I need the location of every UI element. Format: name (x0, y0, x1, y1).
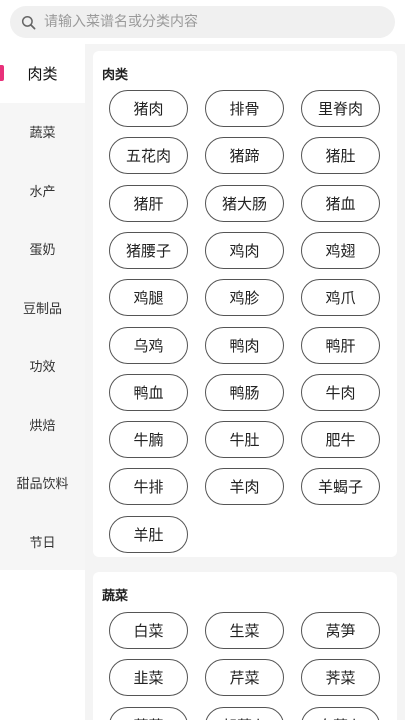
category-tag[interactable]: 白菜 (109, 612, 188, 649)
category-tag[interactable]: 荠菜 (301, 659, 380, 697)
category-tag[interactable]: 肥牛 (301, 421, 380, 459)
sidebar-item-9[interactable]: 节日 (0, 512, 85, 571)
category-tag[interactable]: 芹菜 (205, 659, 284, 697)
sidebar-item-label: 肉类 (27, 64, 58, 83)
sidebar-item-label: 豆制品 (22, 301, 62, 317)
category-tag[interactable]: 里脊肉 (301, 90, 380, 127)
category-tag[interactable]: 鸭血 (109, 373, 188, 411)
category-tag[interactable]: 鸡翅 (301, 231, 380, 269)
sidebar-item-7[interactable]: 烘焙 (0, 395, 85, 454)
category-tag[interactable]: 乌鸡 (109, 326, 188, 364)
category-tag[interactable]: 胡萝卜 (205, 706, 284, 720)
sidebar-item-5[interactable]: 豆制品 (0, 278, 85, 337)
search-input[interactable] (42, 13, 386, 31)
category-tag[interactable]: 鸡爪 (301, 279, 380, 317)
category-section-1: 肉类猪肉 排骨 里脊肉五花肉 猪蹄 猪肚猪肝 猪大肠 猪血猪腰子 鸡肉 鸡翅鸡腿 鸡胗 鸡爪乌鸡 鸭肉… (93, 51, 397, 557)
category-tag[interactable]: 猪血 (301, 184, 380, 222)
category-tag[interactable]: 菠菜 (109, 706, 188, 720)
sidebar-item-label: 水产 (29, 184, 56, 200)
sidebar-item-2[interactable]: 蔬菜 (0, 103, 85, 162)
category-content: 肉类猪肉 排骨 里脊肉五花肉 猪蹄 猪肚猪肝 猪大肠 猪血猪腰子 鸡肉 鸡翅鸡腿 鸡胗 鸡爪乌鸡 鸭肉… (85, 44, 405, 720)
sidebar-item-4[interactable]: 蛋奶 (0, 220, 85, 279)
category-tag[interactable]: 鸡肉 (205, 231, 284, 269)
sidebar-item-8[interactable]: 甜品饮料 (0, 454, 85, 513)
category-tag[interactable]: 牛肉 (301, 373, 380, 411)
category-sidebar: 肉类蔬菜水产蛋奶豆制品功效烘焙甜品饮料节日 (0, 44, 85, 570)
category-tag[interactable]: 鸭肝 (301, 326, 380, 364)
category-tag[interactable]: 排骨 (205, 90, 284, 127)
category-tag[interactable]: 牛腩 (109, 421, 188, 459)
category-tag[interactable]: 猪腰子 (109, 231, 188, 269)
category-tag[interactable]: 羊肚 (109, 515, 188, 553)
sidebar-item-6[interactable]: 功效 (0, 337, 85, 396)
sidebar-item-label: 蛋奶 (29, 243, 56, 259)
category-tag[interactable]: 五花肉 (109, 137, 188, 175)
category-tag[interactable]: 莴笋 (301, 612, 380, 649)
sidebar-item-label: 节日 (29, 535, 56, 551)
section-title: 肉类 (102, 68, 129, 83)
category-tag[interactable]: 羊肉 (205, 468, 284, 506)
category-tag[interactable]: 羊蝎子 (301, 468, 380, 506)
category-tag[interactable]: 猪肚 (301, 137, 380, 175)
category-tag[interactable]: 鸡腿 (109, 279, 188, 317)
section-title: 蔬菜 (102, 589, 129, 604)
sidebar-item-label: 功效 (29, 360, 56, 376)
sidebar-item-1[interactable]: 肉类 (0, 44, 85, 103)
category-tag[interactable]: 牛排 (109, 468, 188, 506)
category-tag[interactable]: 牛肚 (205, 421, 284, 459)
sidebar-item-3[interactable]: 水产 (0, 161, 85, 220)
category-tag[interactable]: 鸭肠 (205, 373, 284, 411)
category-tag[interactable]: 猪肝 (109, 184, 188, 222)
sidebar-item-label: 烘焙 (29, 418, 56, 434)
sidebar-item-label: 蔬菜 (29, 126, 56, 142)
category-tag[interactable]: 韭菜 (109, 659, 188, 697)
search-bar (0, 0, 405, 44)
category-tag[interactable]: 猪大肠 (205, 184, 284, 222)
category-tag[interactable]: 猪肉 (109, 90, 188, 127)
category-tag[interactable]: 猪蹄 (205, 137, 284, 175)
sidebar-blank-area (0, 570, 85, 720)
category-section-2: 蔬菜白菜生菜莴笋韭菜芹菜荠菜菠菜 胡萝卜 白萝卜 (93, 572, 397, 720)
category-tag[interactable]: 白萝卜 (301, 706, 380, 720)
category-tag[interactable]: 鸭肉 (205, 326, 284, 364)
category-tag[interactable]: 鸡胗 (205, 279, 284, 317)
sidebar-item-label: 甜品饮料 (16, 477, 69, 493)
search-box[interactable] (10, 6, 395, 38)
search-icon[interactable] (20, 14, 36, 30)
category-tag[interactable]: 生菜 (205, 612, 284, 649)
